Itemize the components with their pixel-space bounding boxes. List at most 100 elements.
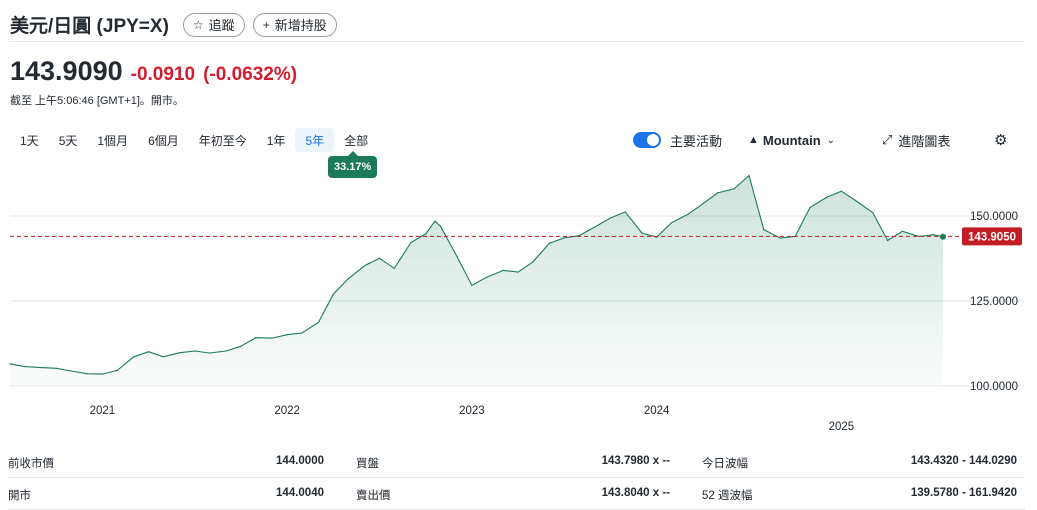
data-point xyxy=(886,239,889,242)
follow-label: 追蹤 xyxy=(208,18,235,33)
chart-type-dropdown[interactable]: ▲ Mountain ⌄ xyxy=(748,128,835,152)
range-tab-6m[interactable]: 6個月 xyxy=(138,128,189,152)
stats-row: 開市 144.0040 賣出價 143.8040 x -- 52 週波幅 139… xyxy=(8,477,1025,510)
data-point xyxy=(748,174,750,177)
data-point xyxy=(763,229,765,231)
data-point xyxy=(901,230,903,232)
stat-value: 139.5780 - 161.9420 xyxy=(910,487,1017,499)
price-chart-svg: 150.0000 125.0000 100.0000 2021 2022 2023 2024… xyxy=(9,174,1025,433)
data-point xyxy=(24,366,26,368)
price-change: -0.0910 xyxy=(130,64,196,85)
data-point xyxy=(641,232,643,234)
data-point xyxy=(393,267,395,269)
plus-icon: + xyxy=(262,17,270,32)
key-events-label: 主要活動 xyxy=(670,133,723,149)
data-point xyxy=(286,334,288,336)
data-point xyxy=(933,234,935,236)
key-events-toggle[interactable]: 主要活動 xyxy=(633,128,722,152)
settings-button[interactable]: ⚙ xyxy=(994,128,1007,152)
star-icon: ☆ xyxy=(192,17,204,32)
last-price-tag-label: 143.9050 xyxy=(968,231,1016,243)
data-point xyxy=(855,200,857,202)
range-tab-1m[interactable]: 1個月 xyxy=(87,128,138,152)
data-point xyxy=(826,196,828,198)
data-point xyxy=(133,356,135,358)
data-point xyxy=(425,233,427,235)
stat-label: 前收市價 xyxy=(8,458,54,470)
chart-type-label: Mountain xyxy=(762,132,821,148)
data-point xyxy=(40,367,43,369)
stat-value: 143.4320 - 144.0290 xyxy=(910,455,1017,467)
data-point xyxy=(670,222,673,224)
y-tick-label: 100.0000 xyxy=(970,381,1018,393)
range-tab-all[interactable]: 全部 xyxy=(334,128,378,152)
data-point xyxy=(434,220,436,222)
data-point xyxy=(101,373,103,375)
x-tick-label: 2025 xyxy=(829,421,855,433)
range-tab-1y[interactable]: 1年 xyxy=(257,128,296,152)
range-tabs: 1天 5天 1個月 6個月 年初至今 1年 5年 全部 xyxy=(10,128,378,152)
data-point xyxy=(779,237,782,239)
data-point xyxy=(378,257,381,259)
data-point xyxy=(147,351,150,353)
data-point xyxy=(271,337,273,339)
data-point xyxy=(872,212,874,214)
data-point xyxy=(70,370,72,372)
data-point xyxy=(517,271,519,273)
data-point xyxy=(439,225,442,227)
stat-value: 143.7980 x -- xyxy=(601,455,670,467)
stat-label: 52 週波幅 xyxy=(702,490,753,502)
data-point xyxy=(255,337,257,339)
x-tick-label: 2023 xyxy=(459,405,485,417)
range-tab-1d[interactable]: 1天 xyxy=(10,128,49,152)
toggle-switch[interactable] xyxy=(633,132,661,148)
data-point xyxy=(332,293,334,295)
advanced-chart-button[interactable]: ⤢ 進階圖表 xyxy=(882,128,950,152)
data-point xyxy=(347,278,349,280)
range-tab-5d[interactable]: 5天 xyxy=(49,128,88,152)
stats-row: 前收市價 144.0000 買盤 143.7980 x -- 今日波幅 143.… xyxy=(8,445,1025,478)
data-point xyxy=(55,367,57,369)
data-point xyxy=(471,284,473,286)
range-tab-5y[interactable]: 5年 xyxy=(295,128,335,152)
price-chart[interactable]: 150.0000 125.0000 100.0000 2021 2022 2023 2024… xyxy=(0,160,1037,438)
x-tick-label: 2022 xyxy=(274,405,300,417)
data-point xyxy=(456,256,458,258)
data-point xyxy=(486,276,488,278)
gear-icon: ⚙ xyxy=(994,132,1008,149)
stat-label: 開市 xyxy=(8,490,31,502)
data-point xyxy=(624,211,626,213)
add-holding-label: 新增持股 xyxy=(274,18,327,33)
data-point xyxy=(702,203,704,205)
page-title: 美元/日圓 (JPY=X) xyxy=(10,16,169,37)
data-point xyxy=(717,192,719,194)
market-status: 截至 上午5:06:46 [GMT+1]。開市。 xyxy=(10,95,184,107)
data-point xyxy=(687,213,689,215)
quote-header: 美元/日圓 (JPY=X) ☆ 追蹤 + 新增持股 xyxy=(10,8,1025,42)
stat-value: 144.0000 xyxy=(276,455,324,467)
data-point xyxy=(918,235,920,237)
y-tick-label: 125.0000 xyxy=(970,296,1018,308)
data-point xyxy=(364,265,366,267)
data-point xyxy=(194,350,196,352)
data-point xyxy=(548,242,551,244)
range-tab-ytd[interactable]: 年初至今 xyxy=(189,128,257,152)
mountain-icon: ▲ xyxy=(748,134,759,146)
add-holding-button[interactable]: + 新增持股 xyxy=(252,12,337,37)
x-tick-label: 2021 xyxy=(90,405,116,417)
data-point xyxy=(162,356,164,358)
data-point xyxy=(595,225,597,228)
data-point xyxy=(532,261,534,263)
data-point xyxy=(733,188,735,190)
data-point xyxy=(179,352,181,354)
follow-button[interactable]: ☆ 追蹤 xyxy=(182,12,245,37)
data-point xyxy=(809,206,811,209)
x-tick-label: 2024 xyxy=(644,405,670,417)
data-point xyxy=(563,237,565,239)
data-point xyxy=(840,190,842,192)
data-point xyxy=(609,217,612,219)
data-point xyxy=(240,345,242,347)
y-tick-label: 150.0000 xyxy=(970,211,1018,223)
data-point xyxy=(9,363,11,365)
data-point xyxy=(116,369,118,371)
